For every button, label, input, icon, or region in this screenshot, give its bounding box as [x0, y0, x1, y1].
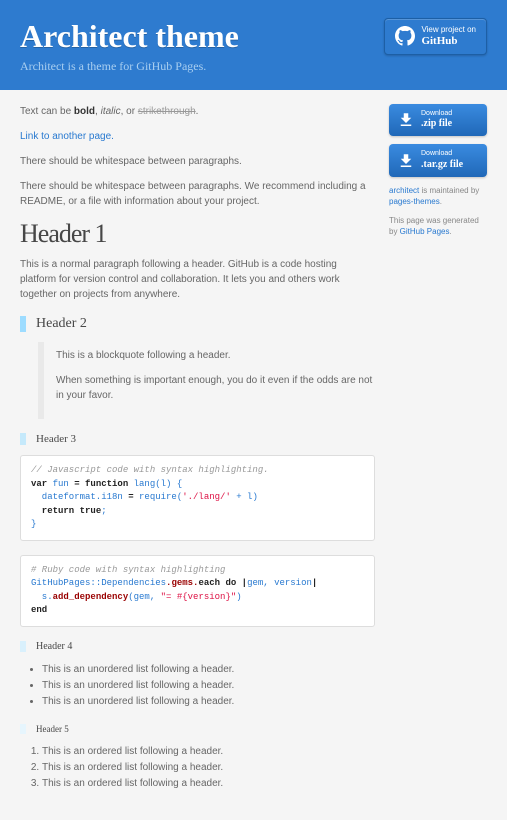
page-header: Architect theme Architect is a theme for… [0, 0, 507, 90]
list-item: This is an unordered list following a he… [42, 662, 375, 678]
download-icon [397, 152, 415, 170]
paragraph: This is a normal paragraph following a h… [20, 257, 375, 302]
list-item: This is an ordered list following a head… [42, 776, 375, 792]
code-block-js: // Javascript code with syntax highlight… [20, 455, 375, 541]
site-title: Architect theme [20, 18, 239, 55]
text-formatting-demo: Text can be bold, italic, or strikethrou… [20, 104, 375, 119]
main-content: Text can be bold, italic, or strikethrou… [20, 104, 375, 806]
list-item: This is an unordered list following a he… [42, 694, 375, 710]
unordered-list: This is an unordered list following a he… [42, 662, 375, 710]
generated-note: This page was generated by GitHub Pages. [389, 215, 487, 237]
header-1: Header 1 [20, 219, 375, 249]
header-4: Header 4 [20, 641, 375, 652]
download-icon [397, 111, 415, 129]
header-2: Header 2 [20, 316, 375, 332]
github-icon [395, 26, 415, 46]
list-item: This is an unordered list following a he… [42, 678, 375, 694]
view-on-github-button[interactable]: View project on GitHub [384, 18, 487, 55]
code-block-ruby: # Ruby code with syntax highlighting Git… [20, 555, 375, 627]
paragraph: There should be whitespace between parag… [20, 179, 375, 209]
download-zip-button[interactable]: Download.zip file [389, 104, 487, 136]
header-3: Header 3 [20, 433, 375, 445]
maintainer-note: architect is maintained by pages-themes. [389, 185, 487, 207]
github-pages-link[interactable]: GitHub Pages [400, 227, 450, 236]
list-item: This is an ordered list following a head… [42, 760, 375, 776]
title-block: Architect theme Architect is a theme for… [20, 18, 239, 74]
download-tar-button[interactable]: Download.tar.gz file [389, 144, 487, 176]
github-button-text: View project on GitHub [421, 25, 476, 48]
list-item: This is an ordered list following a head… [42, 744, 375, 760]
sidebar: Download.zip file Download.tar.gz file a… [389, 104, 487, 806]
site-tagline: Architect is a theme for GitHub Pages. [20, 59, 239, 74]
paragraph: There should be whitespace between parag… [20, 154, 375, 169]
ordered-list: This is an ordered list following a head… [42, 744, 375, 792]
repo-link[interactable]: architect [389, 186, 419, 195]
owner-link[interactable]: pages-themes [389, 197, 440, 206]
header-5: Header 5 [20, 724, 375, 734]
sample-link[interactable]: Link to another page. [20, 131, 114, 142]
blockquote: This is a blockquote following a header.… [38, 342, 375, 419]
